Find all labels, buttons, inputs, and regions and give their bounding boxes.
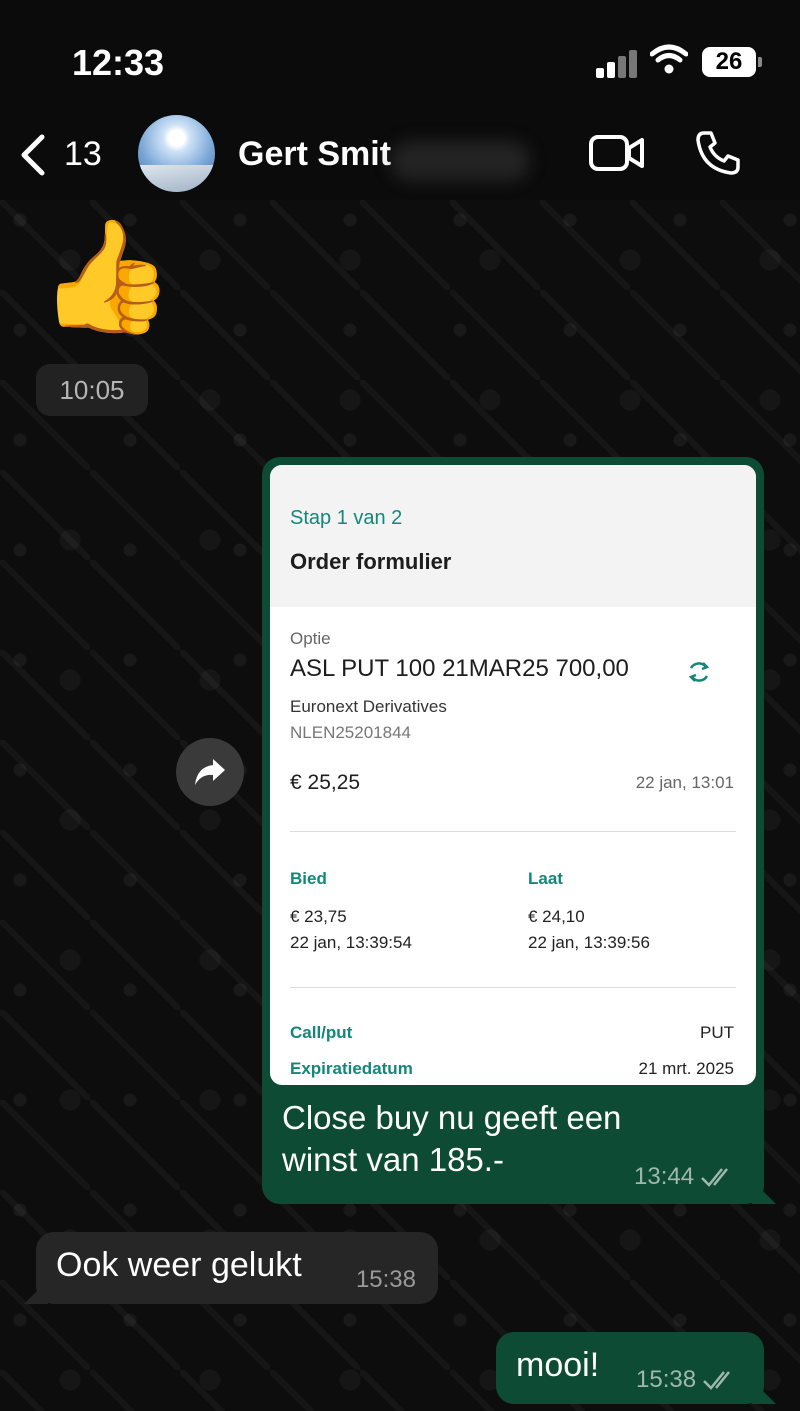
outgoing-message-with-image[interactable]: Stap 1 van 2 Order formulier Optie ASL P… [262,457,764,1204]
price-timestamp: 22 jan, 13:01 [635,773,734,792]
expiry-value: 21 mrt. 2025 [638,1059,734,1078]
redacted-name-blur [390,141,530,181]
message-time: 13:44 [634,1163,695,1190]
wifi-icon [649,44,689,79]
outgoing-message[interactable]: mooi! 15:38 [496,1332,764,1404]
unread-count[interactable]: 13 [64,135,102,174]
phone-icon [696,131,740,175]
order-form-screenshot[interactable]: Stap 1 van 2 Order formulier Optie ASL P… [270,465,756,1085]
thumbs-up-emoji-message[interactable]: 👍 [38,222,175,332]
divider [290,987,736,988]
back-button[interactable] [18,133,48,182]
bid-time: 22 jan, 13:39:54 [290,933,412,952]
option-label: Optie [290,629,331,648]
message-text: Close buy nu geeft een winst van 185.- [282,1099,622,1178]
divider [290,831,736,832]
chevron-left-icon [21,134,45,176]
callput-label: Call/put [290,1023,353,1042]
cellular-signal-icon [596,50,638,78]
bid-value: € 23,75 [290,907,347,926]
clock: 12:33 [72,42,165,83]
form-title: Order formulier [290,549,452,574]
step-indicator: Stap 1 van 2 [290,507,403,529]
avatar[interactable] [138,115,215,192]
double-check-icon [701,1168,729,1187]
message-text: Ook weer gelukt [56,1246,302,1284]
exchange-name: Euronext Derivatives [290,697,447,716]
message-meta: 13:44 [634,1163,736,1191]
message-time: 10:05 [36,364,148,416]
forward-arrow-icon [195,759,225,785]
option-name: ASL PUT 100 21MAR25 700,00 [290,655,629,682]
status-bar: 12:33 26 [0,0,800,110]
message-time: 15:38 [355,1266,416,1293]
ask-label: Laat [528,869,563,888]
message-text: mooi! [516,1346,600,1384]
expiry-label: Expiratiedatum [290,1059,413,1078]
refresh-icon [686,659,712,690]
card-header [270,465,756,607]
last-price: € 25,25 [290,771,361,794]
video-call-button[interactable] [588,133,646,178]
ask-value: € 24,10 [528,907,585,926]
ask-time: 22 jan, 13:39:56 [528,933,650,952]
forward-button[interactable] [176,738,244,806]
video-camera-icon [589,135,644,171]
callput-value: PUT [700,1023,734,1042]
battery-indicator: 26 [702,47,762,77]
message-meta: 15:38 [636,1366,738,1394]
bid-label: Bied [290,869,327,888]
incoming-message[interactable]: Ook weer gelukt 15:38 [36,1232,438,1304]
isin-code: NLEN25201844 [290,723,411,742]
voice-call-button[interactable] [694,129,742,182]
double-check-icon [703,1371,731,1390]
chat-header: 13 Gert Smit [0,105,800,200]
contact-name[interactable]: Gert Smit [238,135,391,174]
message-time: 15:38 [636,1366,697,1393]
